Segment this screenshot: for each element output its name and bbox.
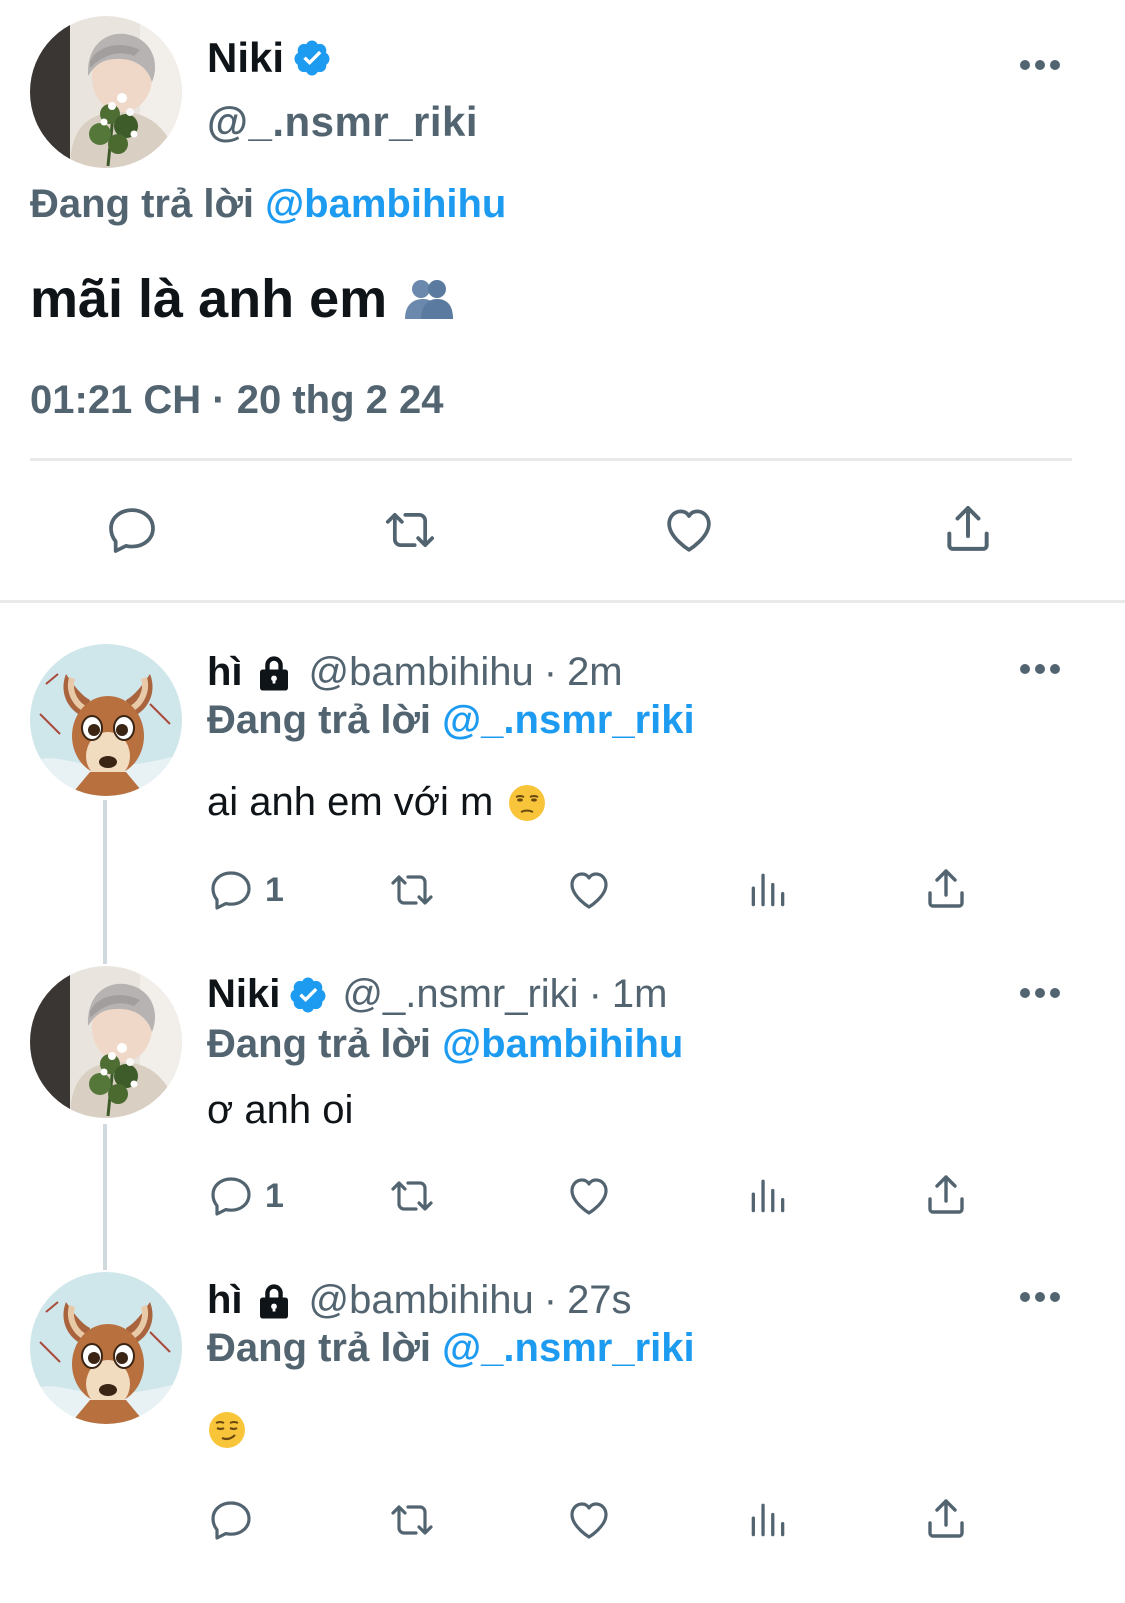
views-button[interactable] xyxy=(746,1172,790,1220)
retweet-icon xyxy=(378,502,442,558)
share-icon xyxy=(922,1170,970,1220)
reply-icon xyxy=(207,1496,255,1544)
reply-header: Niki @_.nsmr_riki · 1m xyxy=(207,972,667,1017)
share-button[interactable] xyxy=(940,500,996,558)
tweet-text-content: mãi là anh em xyxy=(30,269,388,329)
reply-button[interactable] xyxy=(104,502,160,558)
like-icon xyxy=(564,1172,614,1220)
retweet-button[interactable] xyxy=(384,1496,440,1544)
replying-to-prefix: Đang trả lời xyxy=(207,698,432,742)
share-icon xyxy=(940,500,996,558)
retweet-button[interactable] xyxy=(378,502,442,558)
tweet-timestamp[interactable]: 01:21 CH · 20 thg 2 24 xyxy=(30,378,444,423)
reply-author-handle[interactable]: @bambihihu xyxy=(309,1278,534,1323)
like-icon xyxy=(564,866,614,914)
replying-to-prefix: Đang trả lời xyxy=(207,1326,432,1370)
replying-to-prefix: Đang trả lời xyxy=(30,182,255,226)
reply-time[interactable]: 2m xyxy=(567,650,623,695)
reply-author-handle[interactable]: @_.nsmr_riki xyxy=(342,972,578,1017)
retweet-icon xyxy=(384,1172,440,1220)
reply-text-content: ai anh em với m xyxy=(207,780,494,824)
replying-to: Đang trả lời @bambihihu xyxy=(30,182,506,227)
retweet-button[interactable] xyxy=(384,1172,440,1220)
reply-time[interactable]: 27s xyxy=(567,1278,632,1323)
like-button[interactable] xyxy=(564,1172,614,1220)
verified-badge-icon xyxy=(288,975,328,1015)
reply-text-content: ơ anh oi xyxy=(207,1088,354,1132)
replying-to-handle[interactable]: @bambihihu xyxy=(265,182,506,226)
reply-author-handle[interactable]: @bambihihu xyxy=(309,650,534,695)
reply-author-name[interactable]: hì xyxy=(207,1278,243,1323)
thread-line xyxy=(103,1124,107,1270)
author-handle[interactable]: @_.nsmr_riki xyxy=(207,98,478,146)
two-people-emoji xyxy=(405,280,454,319)
dot-separator: · xyxy=(543,1278,558,1322)
retweet-icon xyxy=(384,866,440,914)
reply-author-name[interactable]: hì xyxy=(207,650,243,695)
reply-text: ai anh em với m xyxy=(207,780,547,825)
views-button[interactable] xyxy=(746,866,790,914)
divider xyxy=(0,600,1125,603)
verified-badge-icon xyxy=(292,38,332,78)
smirking-face-emoji xyxy=(209,1412,245,1448)
replying-to: Đang trả lời @_.nsmr_riki xyxy=(207,698,695,743)
reply-icon xyxy=(207,866,255,914)
reply-text: ơ anh oi xyxy=(207,1088,353,1133)
like-icon xyxy=(660,502,718,558)
unamused-face-emoji xyxy=(509,784,546,821)
dot-separator: · xyxy=(543,650,558,694)
reply-count: 1 xyxy=(265,870,284,909)
reply-header: hì @bambihihu · 2m xyxy=(207,650,623,695)
author-name-text[interactable]: Niki xyxy=(207,34,284,82)
views-icon xyxy=(746,1172,790,1220)
replying-to: Đang trả lời @bambihihu xyxy=(207,1022,683,1067)
lock-icon xyxy=(253,1280,295,1322)
reply-button[interactable]: 1 xyxy=(207,866,284,914)
like-icon xyxy=(564,1496,614,1544)
lock-icon xyxy=(253,652,295,694)
reply-header: hì @bambihihu · 27s xyxy=(207,1278,632,1323)
more-options-icon[interactable] xyxy=(1020,664,1060,676)
avatar-bambihihu[interactable] xyxy=(30,1272,182,1424)
reply-time[interactable]: 1m xyxy=(612,972,668,1017)
reply-text xyxy=(207,1410,247,1450)
share-icon xyxy=(922,864,970,914)
replying-to-prefix: Đang trả lời xyxy=(207,1022,432,1066)
avatar-niki[interactable] xyxy=(30,16,182,168)
share-icon xyxy=(922,1494,970,1544)
views-icon xyxy=(746,866,790,914)
thread-line xyxy=(103,800,107,964)
reply-author-name[interactable]: Niki xyxy=(207,972,280,1017)
views-button[interactable] xyxy=(746,1496,790,1544)
like-button[interactable] xyxy=(564,866,614,914)
dot-separator: · xyxy=(588,972,602,1016)
retweet-icon xyxy=(384,1496,440,1544)
avatar-niki[interactable] xyxy=(30,966,182,1118)
share-button[interactable] xyxy=(922,1494,970,1544)
reply-icon xyxy=(207,1172,255,1220)
replying-to-handle[interactable]: @_.nsmr_riki xyxy=(442,1326,694,1370)
replying-to-handle[interactable]: @bambihihu xyxy=(442,1022,683,1066)
more-options-icon[interactable] xyxy=(1020,60,1060,72)
divider xyxy=(30,458,1072,461)
retweet-button[interactable] xyxy=(384,866,440,914)
tweet-text: mãi là anh em xyxy=(30,268,457,330)
like-button[interactable] xyxy=(564,1496,614,1544)
reply-button[interactable] xyxy=(207,1496,255,1544)
more-options-icon[interactable] xyxy=(1020,988,1060,1000)
share-button[interactable] xyxy=(922,864,970,914)
reply-button[interactable]: 1 xyxy=(207,1172,284,1220)
more-options-icon[interactable] xyxy=(1020,1292,1060,1304)
share-button[interactable] xyxy=(922,1170,970,1220)
replying-to: Đang trả lời @_.nsmr_riki xyxy=(207,1326,695,1371)
avatar-bambihihu[interactable] xyxy=(30,644,182,796)
replying-to-handle[interactable]: @_.nsmr_riki xyxy=(442,698,694,742)
reply-icon xyxy=(104,502,160,558)
reply-count: 1 xyxy=(265,1176,284,1215)
author-name[interactable]: Niki xyxy=(207,34,332,82)
views-icon xyxy=(746,1496,790,1544)
like-button[interactable] xyxy=(660,502,718,558)
